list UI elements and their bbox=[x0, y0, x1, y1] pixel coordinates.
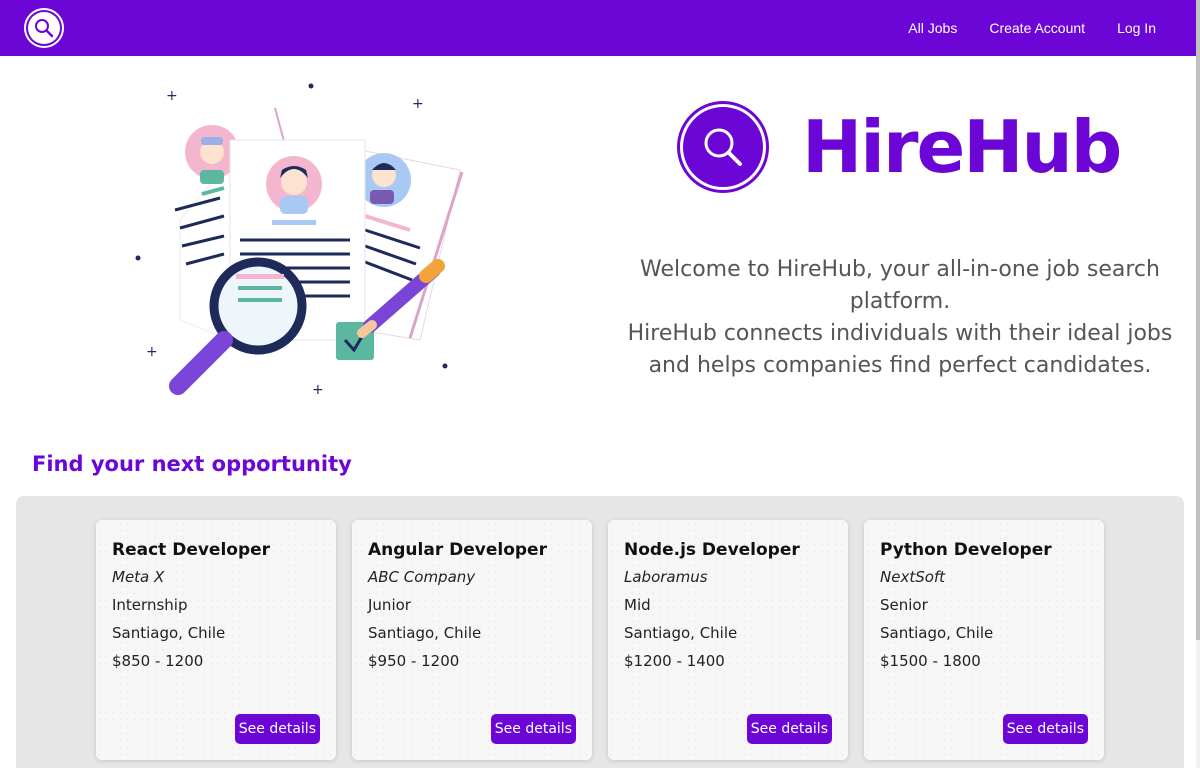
brand-header: HireHub bbox=[680, 104, 1122, 190]
job-location: Santiago, Chile bbox=[624, 624, 738, 642]
job-title: React Developer bbox=[112, 540, 271, 560]
job-location: Santiago, Chile bbox=[880, 624, 994, 642]
job-title: Angular Developer bbox=[368, 540, 547, 560]
svg-text:+: + bbox=[312, 382, 324, 398]
welcome-line-2: HireHub connects individuals with their … bbox=[627, 321, 1173, 378]
see-details-button[interactable]: See details bbox=[746, 714, 832, 744]
job-location: Santiago, Chile bbox=[368, 624, 482, 642]
svg-text:+: + bbox=[412, 96, 424, 112]
see-details-button[interactable]: See details bbox=[234, 714, 320, 744]
job-company: ABC Company bbox=[368, 568, 476, 586]
job-company: Laboramus bbox=[624, 568, 708, 586]
job-company: NextSoft bbox=[880, 568, 946, 586]
job-level: Senior bbox=[880, 596, 928, 614]
page-scrollbar[interactable] bbox=[1196, 0, 1200, 768]
see-details-button[interactable]: See details bbox=[490, 714, 576, 744]
job-title: Node.js Developer bbox=[624, 540, 800, 560]
brand-name: HireHub bbox=[802, 105, 1122, 189]
svg-text:+: + bbox=[166, 88, 178, 104]
top-navbar: All Jobs Create Account Log In bbox=[0, 0, 1196, 56]
nav-link-all-jobs[interactable]: All Jobs bbox=[908, 20, 957, 36]
section-title: Find your next opportunity bbox=[32, 452, 352, 476]
brand-logo bbox=[680, 104, 766, 190]
welcome-text: Welcome to HireHub, your all-in-one job … bbox=[620, 254, 1180, 382]
search-icon bbox=[704, 128, 742, 166]
svg-text:+: + bbox=[146, 344, 158, 360]
job-card: Angular Developer ABC Company Junior San… bbox=[352, 520, 592, 760]
job-salary: $1500 - 1800 bbox=[880, 652, 981, 670]
nav-links: All Jobs Create Account Log In bbox=[908, 20, 1156, 36]
job-salary: $1200 - 1400 bbox=[624, 652, 725, 670]
job-cards: React Developer Meta X Internship Santia… bbox=[96, 520, 1104, 760]
job-location: Santiago, Chile bbox=[112, 624, 226, 642]
nav-link-log-in[interactable]: Log In bbox=[1117, 20, 1156, 36]
job-level: Junior bbox=[368, 596, 411, 614]
job-level: Internship bbox=[112, 596, 188, 614]
welcome-line-1: Welcome to HireHub, your all-in-one job … bbox=[640, 257, 1160, 314]
job-title: Python Developer bbox=[880, 540, 1052, 560]
job-level: Mid bbox=[624, 596, 651, 614]
see-details-button[interactable]: See details bbox=[1002, 714, 1088, 744]
nav-link-create-account[interactable]: Create Account bbox=[989, 20, 1085, 36]
job-card: React Developer Meta X Internship Santia… bbox=[96, 520, 336, 760]
job-salary: $950 - 1200 bbox=[368, 652, 460, 670]
job-card: Node.js Developer Laboramus Mid Santiago… bbox=[608, 520, 848, 760]
search-icon bbox=[35, 19, 54, 38]
job-search-illustration: + + + + bbox=[135, 83, 464, 398]
scrollbar-thumb[interactable] bbox=[1196, 0, 1200, 640]
job-salary: $850 - 1200 bbox=[112, 652, 204, 670]
job-company: Meta X bbox=[112, 568, 165, 586]
home-logo-button[interactable] bbox=[24, 8, 64, 48]
job-card: Python Developer NextSoft Senior Santiag… bbox=[864, 520, 1104, 760]
